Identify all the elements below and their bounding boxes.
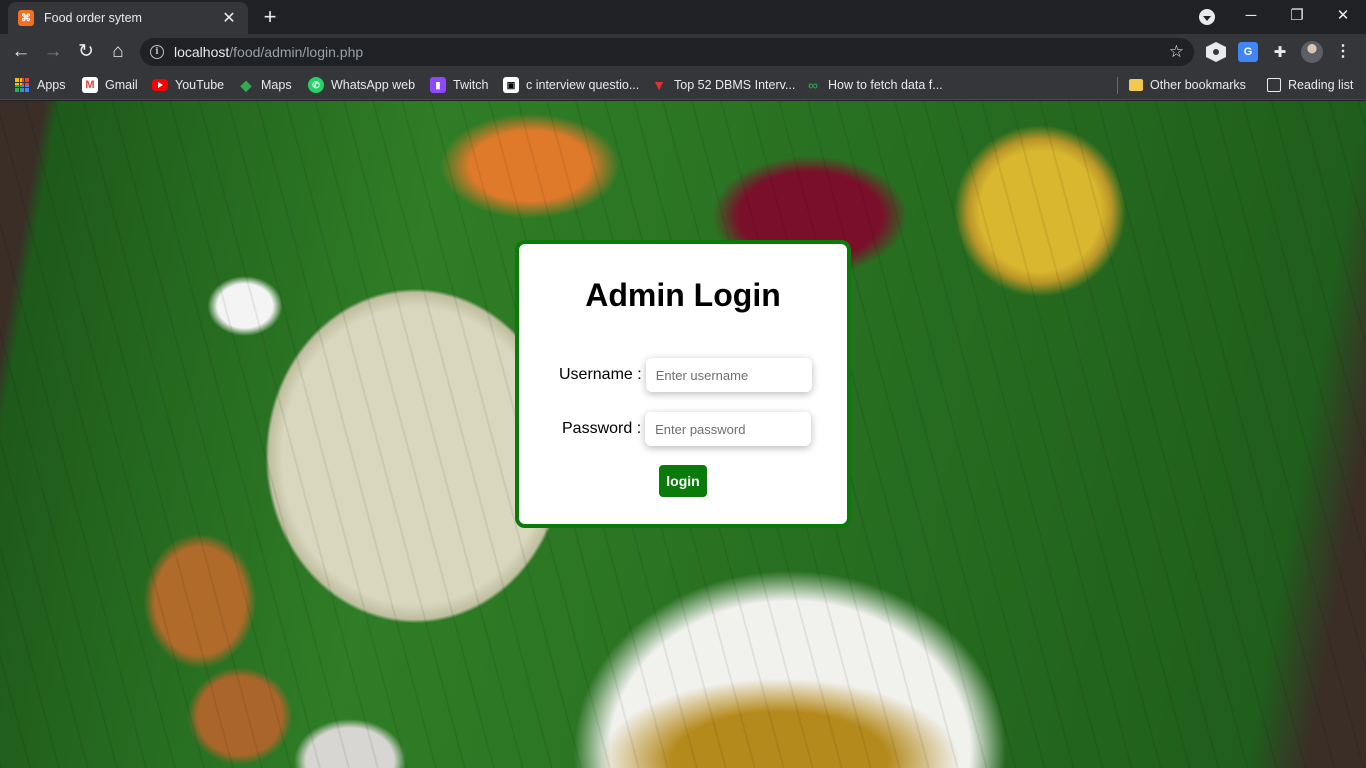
bookmark-label: Apps [37,78,66,92]
bookmark-label: How to fetch data f... [828,78,943,92]
extension-shield-icon[interactable] [1206,42,1226,62]
login-button[interactable]: login [659,465,707,497]
bookmark-apps[interactable]: Apps [14,76,66,94]
username-label: Username : [559,366,642,383]
url-path: /food/admin/login.php [229,44,364,60]
menu-kebab-icon[interactable]: ⋮ [1335,40,1351,64]
password-row: Password : [562,412,812,446]
browser-toolbar: ← → ↻ ⌂ i localhost/food/admin/login.php… [0,34,1366,70]
bookmark-label: Top 52 DBMS Interv... [674,78,796,92]
bookmark-label: Twitch [453,78,489,92]
bookmarks-bar: Apps M Gmail YouTube ◆ Maps ✆ WhatsApp web … [0,70,1366,100]
bookmark-label: Other bookmarks [1150,78,1246,92]
bookmark-gmail[interactable]: M Gmail [82,76,138,94]
info-icon[interactable]: i [150,45,164,59]
gmail-icon: M [82,77,98,93]
apps-grid-icon [14,77,30,93]
bookmarks-divider [1117,77,1118,94]
bookmark-label: WhatsApp web [331,78,416,92]
bookmark-label: Reading list [1288,78,1354,92]
bookmark-label: Gmail [105,78,138,92]
twitch-icon: ▮ [430,77,446,93]
bookmark-whatsapp[interactable]: ✆ WhatsApp web [308,76,415,94]
login-card: Admin Login Username : Password : login [515,240,851,528]
bookmark-dbms[interactable]: ▼ Top 52 DBMS Interv... [651,76,795,94]
reload-icon[interactable]: ↻ [73,39,99,65]
bookmark-youtube[interactable]: YouTube [152,76,224,94]
url-host: localhost [174,44,230,60]
extensions-puzzle-icon[interactable]: ✚ [1270,42,1290,62]
bookmark-twitch[interactable]: ▮ Twitch [430,76,488,94]
password-input[interactable] [645,412,812,446]
c-interview-icon: ▣ [503,77,519,93]
bookmark-maps[interactable]: ◆ Maps [238,76,292,94]
minimize-icon[interactable]: ─ [1228,4,1274,28]
back-icon[interactable]: ← [8,39,34,65]
fetch-data-icon: ∞ [808,77,818,93]
youtube-icon [152,79,168,91]
page-title: Admin Login [585,277,781,313]
other-bookmarks[interactable]: Other bookmarks [1129,76,1246,94]
restore-icon[interactable]: ❐ [1274,4,1320,28]
bookmark-fetch-data[interactable]: ∞ How to fetch data f... [805,76,943,94]
tab-search-icon[interactable] [1199,9,1215,25]
bookmark-c-interview[interactable]: ▣ c interview questio... [503,76,639,94]
close-icon[interactable]: ✕ [220,8,238,28]
home-icon[interactable]: ⌂ [105,39,131,65]
new-tab-icon[interactable]: + [258,4,282,30]
dbms-icon: ▼ [652,77,666,93]
xampp-icon: ⌘ [18,10,34,26]
forward-icon[interactable]: → [40,39,66,65]
google-translate-icon[interactable]: G [1238,42,1258,62]
username-input[interactable] [645,358,812,392]
username-row: Username : [559,358,812,392]
reading-list-icon [1267,78,1281,92]
browser-tab[interactable]: ⌘ Food order sytem ✕ [8,2,248,34]
bookmark-label: YouTube [175,78,225,92]
profile-avatar[interactable] [1301,41,1323,63]
bookmark-label: c interview questio... [526,78,640,92]
address-bar[interactable]: i localhost/food/admin/login.php ☆ [140,38,1194,66]
reading-list[interactable]: Reading list [1267,76,1353,94]
bookmark-label: Maps [261,78,292,92]
bookmark-star-icon[interactable]: ☆ [1169,42,1184,62]
password-label: Password : [562,420,642,437]
whatsapp-icon: ✆ [308,77,324,93]
tab-title: Food order sytem [44,11,142,25]
folder-icon [1129,79,1143,91]
browser-titlebar: ⌘ Food order sytem ✕ + ─ ❐ ✕ [0,0,1366,34]
maps-icon: ◆ [240,76,252,93]
window-close-icon[interactable]: ✕ [1320,4,1366,28]
